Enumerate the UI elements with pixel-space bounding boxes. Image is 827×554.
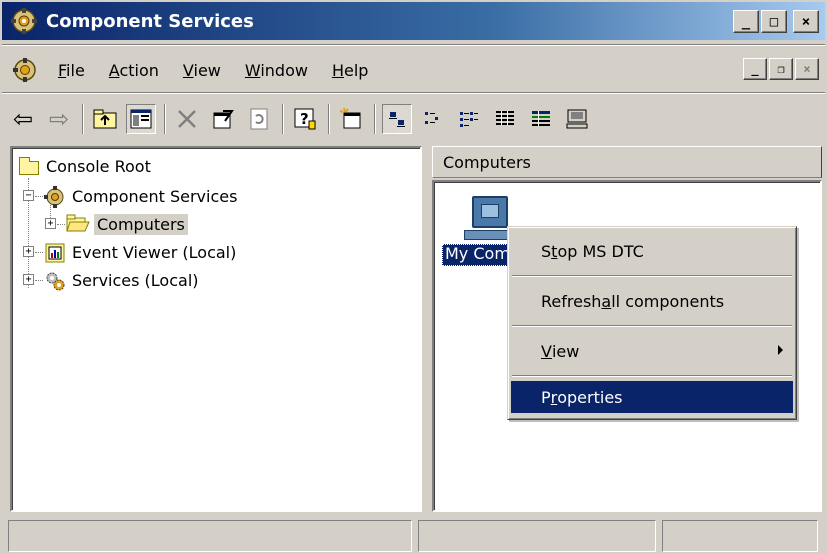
menu-file[interactable]: File [54, 59, 89, 82]
toolbar-separator [82, 104, 84, 134]
menu-item-properties[interactable]: Pr operties [511, 381, 793, 413]
open-folder-icon [66, 214, 90, 234]
menu-bar: File Action View Window Help _ ❐ × [2, 50, 825, 90]
tree-item-event-viewer[interactable]: Event Viewer (Local) [44, 240, 236, 264]
computer-icon [472, 196, 508, 228]
detail-grid-icon[interactable] [526, 104, 556, 134]
mdi-restore-button[interactable]: ❐ [769, 58, 793, 80]
details-icon[interactable] [490, 104, 520, 134]
status-panel-1 [8, 520, 412, 552]
window-title: Component Services [46, 10, 254, 32]
expand-toggle[interactable]: + [23, 246, 34, 257]
menu-item-refresh-all-components[interactable]: Refresh a ll components [511, 281, 793, 321]
divider [2, 92, 825, 94]
system-menu-icon[interactable] [12, 57, 38, 83]
expand-toggle[interactable]: + [45, 218, 56, 229]
mdi-minimize-button[interactable]: _ [743, 58, 767, 80]
toolbar-separator [374, 104, 376, 134]
small-icons-icon[interactable] [418, 104, 448, 134]
mdi-buttons: _ ❐ × [743, 58, 819, 80]
status-panel-2 [418, 520, 656, 552]
tree-connector [35, 252, 43, 253]
event-viewer-icon [44, 242, 66, 263]
menu-item-view[interactable]: View [511, 331, 793, 371]
tree-item-component-services[interactable]: Component Services [44, 184, 237, 208]
delete-icon[interactable] [172, 104, 202, 134]
services-gear-icon [44, 270, 66, 291]
large-icons-icon[interactable] [382, 104, 412, 134]
component-services-icon [44, 186, 66, 208]
toolbar-separator [328, 104, 330, 134]
menu-separator [512, 325, 792, 327]
tree-item-label: Component Services [72, 186, 238, 206]
mdi-close-button[interactable]: × [795, 58, 819, 80]
back-arrow-icon[interactable]: ⇦ [8, 104, 38, 134]
menu-help[interactable]: Help [328, 59, 372, 82]
result-pane-header: Computers [432, 146, 822, 178]
tree-item-console-root[interactable]: Console Root [18, 154, 151, 178]
status-panel-3 [662, 520, 818, 552]
tree-item-label: Console Root [46, 156, 151, 176]
tree-item-computers[interactable]: Computers [66, 212, 188, 236]
forward-arrow-icon[interactable]: ⇨ [44, 104, 74, 134]
minimize-button[interactable]: _ [733, 10, 759, 33]
console-tree-pane[interactable]: Console Root − Component Services + Comp… [10, 146, 422, 512]
folder-icon [18, 156, 40, 176]
svg-text:?: ? [300, 110, 309, 128]
context-menu: St op MS DTC Refresh a ll components View … [507, 226, 797, 420]
help-icon[interactable]: ? [290, 104, 320, 134]
tree-item-label: Event Viewer (Local) [72, 242, 237, 262]
menu-window[interactable]: Window [241, 59, 312, 82]
toolbar-separator [164, 104, 166, 134]
refresh-icon[interactable] [244, 104, 274, 134]
component-services-app-icon [10, 7, 38, 35]
collapse-toggle[interactable]: − [23, 190, 34, 201]
menu-item-stop-ms-dtc[interactable]: St op MS DTC [511, 231, 793, 271]
maximize-button[interactable]: □ [761, 10, 787, 33]
menu-view[interactable]: View [179, 59, 225, 82]
status-bar [2, 518, 825, 552]
tree-connector [57, 224, 65, 225]
expand-toggle[interactable]: + [23, 274, 34, 285]
show-tree-icon[interactable] [126, 104, 156, 134]
divider [2, 44, 825, 46]
component-services-window: Component Services _ □ × File Action Vie… [0, 0, 827, 554]
new-window-icon[interactable] [336, 104, 366, 134]
close-button[interactable]: × [793, 10, 819, 33]
title-bar[interactable]: Component Services _ □ × [2, 2, 825, 40]
menu-action[interactable]: Action [105, 59, 163, 82]
my-computer-label: My Computer [442, 244, 514, 266]
tree-item-label: Services (Local) [72, 270, 199, 290]
tree-connector [35, 280, 43, 281]
tree-item-label: Computers [94, 213, 188, 235]
tree-item-services[interactable]: Services (Local) [44, 268, 199, 292]
list-icon[interactable] [454, 104, 484, 134]
tree-connector [35, 196, 43, 197]
menu-separator [512, 275, 792, 277]
menu-separator [512, 375, 792, 377]
submenu-arrow-icon [778, 345, 783, 355]
title-buttons: _ □ × [733, 10, 819, 33]
result-pane-title: Computers [443, 152, 531, 172]
properties-icon[interactable] [208, 104, 238, 134]
toolbar-separator [282, 104, 284, 134]
toolbar: ⇦ ⇨ ? [2, 96, 825, 142]
up-folder-icon[interactable] [90, 104, 120, 134]
computer-config-icon[interactable] [562, 104, 592, 134]
